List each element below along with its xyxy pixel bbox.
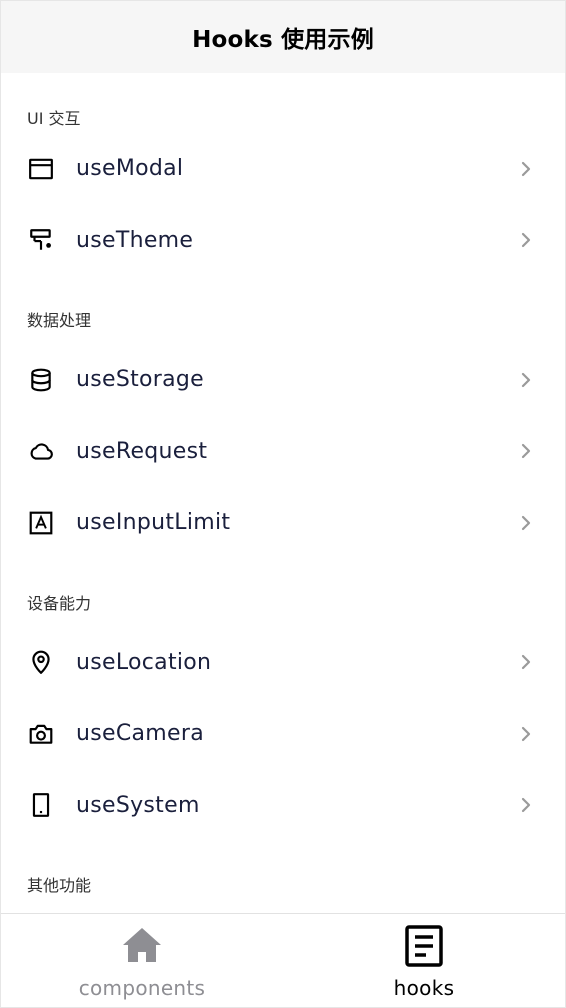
chevron-right-icon bbox=[519, 653, 533, 671]
list-item-use-location[interactable]: useLocation bbox=[1, 627, 565, 699]
section-title-other: 其他功能 bbox=[27, 876, 92, 895]
list-item-use-system[interactable]: useSystem bbox=[1, 770, 565, 842]
list-item-use-request[interactable]: useRequest bbox=[1, 416, 565, 488]
list-item-label: useTheme bbox=[76, 227, 194, 253]
list-item-use-camera[interactable]: useCamera bbox=[1, 698, 565, 770]
list-item-use-input-limit[interactable]: useInputLimit bbox=[1, 487, 565, 559]
list-item-use-storage[interactable]: useStorage bbox=[1, 344, 565, 416]
window-icon bbox=[27, 155, 55, 183]
location-pin-icon bbox=[27, 648, 55, 676]
list-item-label: useInputLimit bbox=[76, 510, 231, 536]
tab-label: components bbox=[78, 976, 206, 1000]
list-item-label: useSystem bbox=[76, 792, 200, 818]
chevron-right-icon bbox=[519, 160, 533, 178]
section-title-ui: UI 交互 bbox=[27, 109, 81, 128]
phone-device-icon bbox=[27, 791, 55, 819]
camera-icon bbox=[27, 720, 55, 748]
list-item-label: useRequest bbox=[76, 438, 208, 464]
database-icon bbox=[27, 366, 55, 394]
text-box-icon bbox=[27, 509, 55, 537]
list-item-label: useCamera bbox=[76, 721, 204, 747]
list-item-label: useLocation bbox=[76, 649, 212, 675]
paint-roller-icon bbox=[27, 226, 55, 254]
tab-hooks[interactable]: hooks bbox=[283, 914, 565, 1007]
chevron-right-icon bbox=[519, 231, 533, 249]
tab-label: hooks bbox=[393, 976, 455, 1000]
cloud-icon bbox=[27, 437, 55, 465]
list-item-use-theme[interactable]: useTheme bbox=[1, 205, 565, 277]
chevron-right-icon bbox=[519, 796, 533, 814]
app-frame: Hooks 使用示例 UI 交互 useModal useTheme 数据处理 … bbox=[0, 0, 566, 1008]
page-title: Hooks 使用示例 bbox=[192, 27, 374, 53]
chevron-right-icon bbox=[519, 725, 533, 743]
section-title-data: 数据处理 bbox=[27, 311, 92, 330]
list-item-label: useStorage bbox=[76, 367, 205, 393]
home-icon bbox=[120, 924, 164, 968]
list-item-label: useModal bbox=[76, 156, 184, 182]
bottom-tab-bar: components hooks bbox=[1, 913, 565, 1007]
chevron-right-icon bbox=[519, 371, 533, 389]
chevron-right-icon bbox=[519, 442, 533, 460]
list-item-use-modal[interactable]: useModal bbox=[1, 133, 565, 205]
tab-components[interactable]: components bbox=[1, 914, 283, 1007]
document-icon bbox=[402, 924, 446, 968]
chevron-right-icon bbox=[519, 514, 533, 532]
section-title-device: 设备能力 bbox=[27, 593, 92, 613]
nav-header: Hooks 使用示例 bbox=[1, 1, 565, 73]
hooks-list: UI 交互 useModal useTheme 数据处理 useStorage … bbox=[1, 73, 565, 913]
